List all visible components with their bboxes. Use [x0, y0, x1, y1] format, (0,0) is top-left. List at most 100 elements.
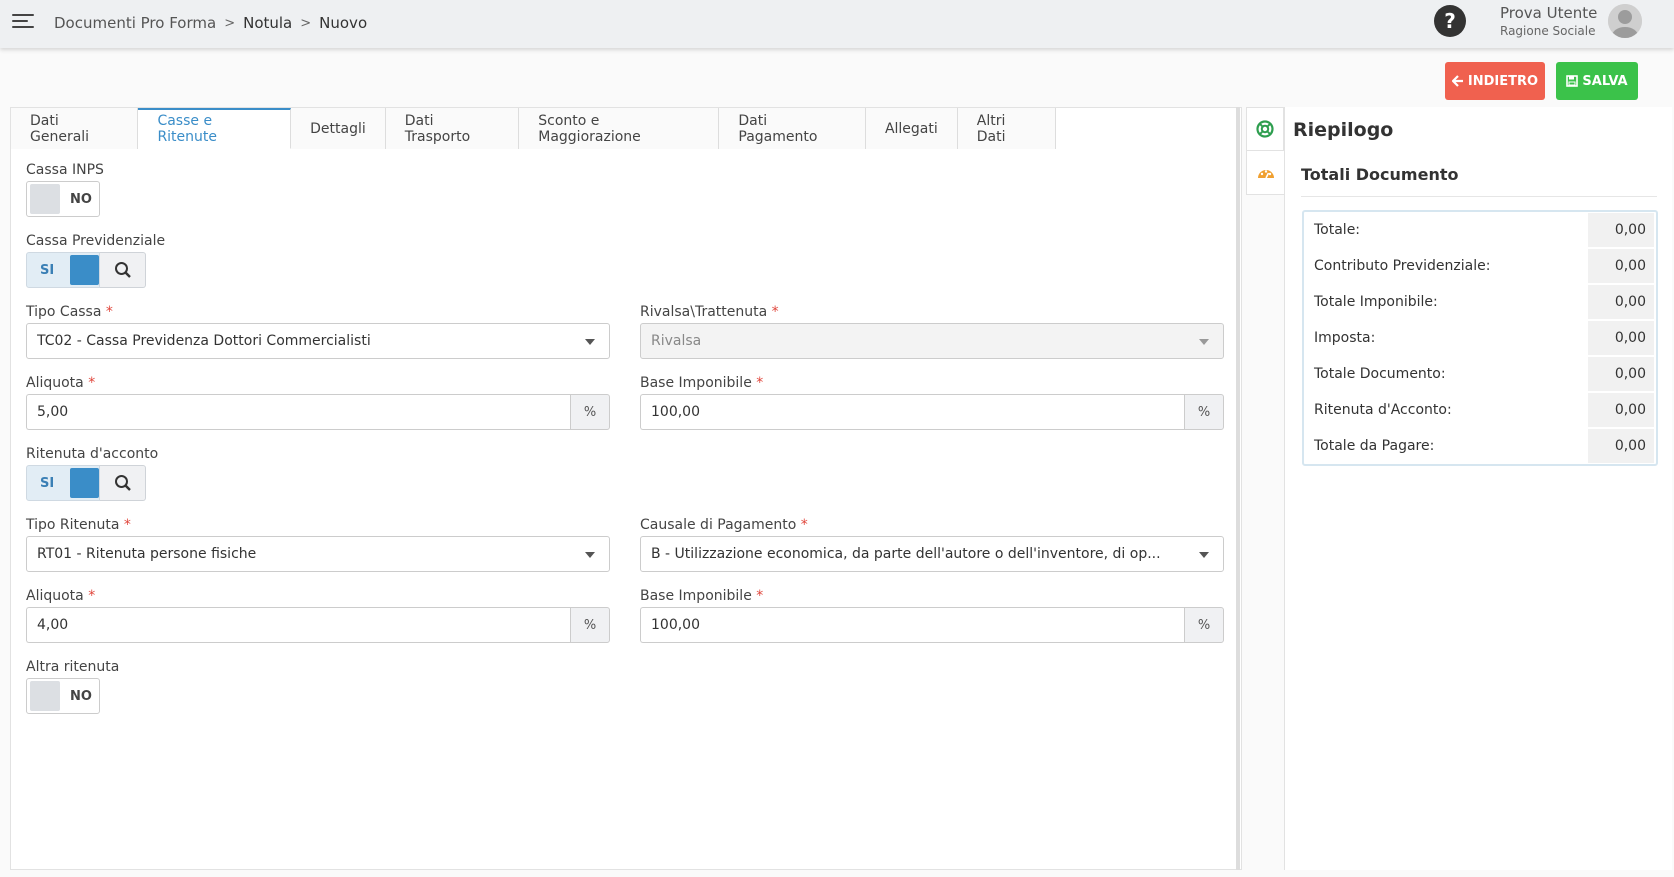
save-button[interactable]: SALVA: [1556, 62, 1638, 100]
breadcrumb: Documenti Pro Forma > Notula > Nuovo: [54, 14, 367, 32]
totals-row-value: 0,00: [1588, 321, 1654, 355]
user-name: Prova Utente: [1500, 4, 1598, 22]
user-info[interactable]: Prova Utente Ragione Sociale: [1500, 4, 1597, 38]
rivalsa-trattenuta-label: Rivalsa\Trattenuta *: [640, 304, 779, 320]
toggle-value: SI: [40, 475, 55, 491]
cassa-previdenziale-search-button[interactable]: [100, 252, 146, 288]
aliquota-cassa-input[interactable]: [26, 394, 570, 430]
totals-row: Totale da Pagare: 0,00: [1304, 428, 1656, 464]
floppy-disk-icon: [1566, 75, 1579, 87]
toggle-value: NO: [70, 688, 92, 704]
toggle-knob: [69, 468, 99, 498]
totals-row-label: Totale Imponibile:: [1314, 294, 1438, 310]
help-icon[interactable]: ?: [1434, 5, 1466, 37]
causale-pagamento-label: Causale di Pagamento *: [640, 517, 808, 533]
cassa-inps-label: Cassa INPS: [26, 162, 104, 178]
menu-icon[interactable]: [12, 14, 34, 32]
tipo-cassa-value: TC02 - Cassa Previdenza Dottori Commerci…: [37, 333, 371, 349]
totals-row-value: 0,00: [1588, 249, 1654, 283]
tipo-cassa-select[interactable]: TC02 - Cassa Previdenza Dottori Commerci…: [26, 323, 610, 359]
base-imponibile-ritenuta-group: %: [640, 607, 1224, 643]
chevron-right-icon: >: [224, 15, 236, 31]
rivalsa-trattenuta-select[interactable]: Rivalsa: [640, 323, 1224, 359]
scrollbar[interactable]: [1236, 107, 1240, 870]
base-imponibile-ritenuta-label: Base Imponibile *: [640, 588, 764, 604]
back-button-label: INDIETRO: [1467, 73, 1539, 89]
base-imponibile-ritenuta-input[interactable]: [640, 607, 1184, 643]
tipo-ritenuta-label: Tipo Ritenuta *: [26, 517, 131, 533]
totals-row-label: Totale:: [1314, 222, 1361, 238]
breadcrumb-item-documenti[interactable]: Documenti Pro Forma: [54, 14, 216, 32]
ritenuta-acconto-toggle-group: SI: [26, 465, 146, 501]
totals-row-value: 0,00: [1588, 285, 1654, 319]
totals-row: Imposta: 0,00: [1304, 320, 1656, 356]
tab-dati-generali[interactable]: Dati Generali: [11, 108, 139, 149]
totals-row: Totale: 0,00: [1304, 212, 1656, 248]
percent-addon: %: [570, 394, 610, 430]
toggle-knob: [30, 184, 60, 214]
tab-bar: Dati Generali Casse e Ritenute Dettagli …: [11, 108, 1057, 149]
caret-down-icon: [585, 552, 595, 558]
toggle-value: SI: [40, 262, 55, 278]
tab-casse-e-ritenute[interactable]: Casse e Ritenute: [138, 108, 292, 149]
totals-row-value: 0,00: [1588, 429, 1654, 463]
percent-addon: %: [570, 607, 610, 643]
side-tab-bar: [1246, 107, 1284, 870]
percent-addon: %: [1184, 394, 1224, 430]
caret-down-icon: [1199, 339, 1209, 345]
base-imponibile-cassa-group: %: [640, 394, 1224, 430]
tab-altri-dati[interactable]: Altri Dati: [957, 108, 1057, 149]
aliquota-ritenuta-input[interactable]: [26, 607, 570, 643]
causale-pagamento-select[interactable]: B - Utilizzazione economica, da parte de…: [640, 536, 1224, 572]
side-tab-totali[interactable]: [1246, 151, 1284, 195]
totals-row-label: Totale Documento:: [1314, 366, 1446, 382]
tipo-ritenuta-select[interactable]: RT01 - Ritenuta persone fisiche: [26, 536, 610, 572]
side-tab-riepilogo[interactable]: [1246, 107, 1284, 151]
tab-dati-trasporto[interactable]: Dati Trasporto: [385, 108, 520, 149]
totals-row: Totale Imponibile: 0,00: [1304, 284, 1656, 320]
riepilogo-title: Riepilogo: [1293, 119, 1394, 141]
divider: [1301, 196, 1657, 197]
tipo-ritenuta-value: RT01 - Ritenuta persone fisiche: [37, 546, 257, 562]
avatar[interactable]: [1608, 4, 1642, 38]
riepilogo-panel: Riepilogo Totali Documento Totale: 0,00 C…: [1284, 107, 1672, 870]
percent-addon: %: [1184, 607, 1224, 643]
user-avatar-icon: [1608, 4, 1642, 38]
ritenuta-acconto-search-button[interactable]: [100, 465, 146, 501]
search-icon: [114, 262, 131, 278]
totali-documento-title: Totali Documento: [1301, 165, 1459, 184]
totals-row-label: Contributo Previdenziale:: [1314, 258, 1491, 274]
cassa-inps-toggle[interactable]: NO: [26, 181, 100, 217]
toggle-knob: [30, 681, 60, 711]
totals-row-label: Ritenuta d'Acconto:: [1314, 402, 1452, 418]
arrow-left-icon: [1451, 75, 1463, 87]
back-button[interactable]: INDIETRO: [1445, 62, 1545, 100]
top-bar: Documenti Pro Forma > Notula > Nuovo ? P…: [0, 0, 1674, 48]
totals-row-label: Imposta:: [1314, 330, 1376, 346]
tab-allegati[interactable]: Allegati: [865, 108, 958, 149]
base-imponibile-cassa-label: Base Imponibile *: [640, 375, 764, 391]
aliquota-cassa-label: Aliquota *: [26, 375, 96, 391]
toggle-value: NO: [70, 191, 92, 207]
breadcrumb-item-current: Nuovo: [319, 14, 368, 32]
caret-down-icon: [585, 339, 595, 345]
tab-dati-pagamento[interactable]: Dati Pagamento: [719, 108, 866, 149]
dashboard-gauge-icon: [1257, 169, 1274, 178]
toggle-knob: [69, 255, 99, 285]
tab-dettagli[interactable]: Dettagli: [291, 108, 386, 149]
caret-down-icon: [1199, 552, 1209, 558]
cassa-previdenziale-toggle[interactable]: SI: [26, 252, 100, 288]
cassa-previdenziale-label: Cassa Previdenziale: [26, 233, 166, 249]
altra-ritenuta-toggle[interactable]: NO: [26, 678, 100, 714]
ritenuta-acconto-toggle[interactable]: SI: [26, 465, 100, 501]
life-ring-icon: [1256, 120, 1274, 138]
aliquota-ritenuta-group: %: [26, 607, 610, 643]
base-imponibile-cassa-input[interactable]: [640, 394, 1184, 430]
tab-sconto-maggiorazione[interactable]: Sconto e Maggiorazione: [519, 108, 720, 149]
totals-row: Totale Documento: 0,00: [1304, 356, 1656, 392]
main-panel: Dati Generali Casse e Ritenute Dettagli …: [10, 107, 1242, 870]
causale-pagamento-value: B - Utilizzazione economica, da parte de…: [651, 546, 1161, 562]
breadcrumb-item-notula[interactable]: Notula: [243, 14, 292, 32]
search-icon: [114, 475, 131, 491]
totals-row-value: 0,00: [1588, 357, 1654, 391]
